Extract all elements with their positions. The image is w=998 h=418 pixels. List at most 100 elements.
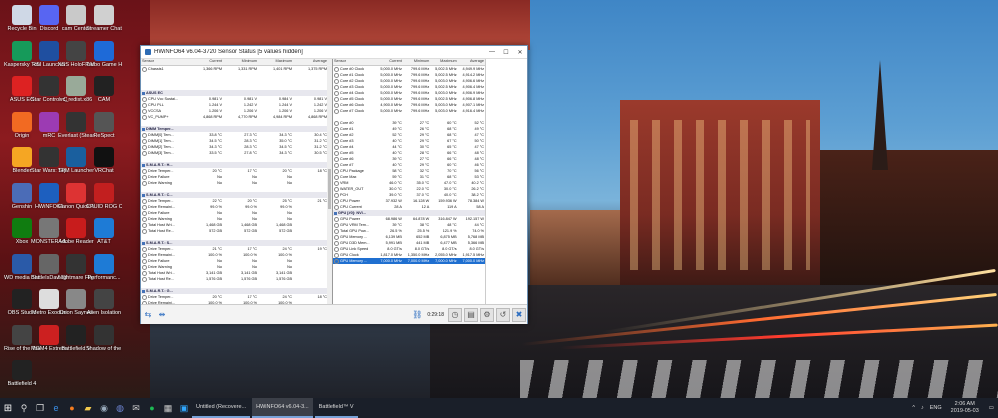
sensor-name-cell: GPU Memory ...: [333, 258, 375, 264]
column-header[interactable]: Sensor: [141, 59, 188, 65]
sensor-name: Total Host Wri...: [148, 271, 175, 275]
sensor-pane-left[interactable]: Sensor Current Minimum Maximum Average Chassi…: [141, 59, 330, 304]
value-maximum: 24 °C: [282, 295, 292, 299]
desktop-icon[interactable]: VRChat: [86, 147, 122, 174]
sensor-name-cell: CPU PLL: [141, 102, 188, 108]
reset-icon[interactable]: ↺: [496, 307, 510, 322]
close-button[interactable]: ✕: [513, 49, 527, 56]
tray-clock[interactable]: 2:06 AM 2019-05-03: [951, 401, 979, 415]
value-average: 58 A: [476, 205, 485, 209]
sensor-gauge-icon: [142, 150, 147, 156]
sensor-name: Core #0 Clock: [340, 67, 365, 71]
desktop-icon[interactable]: Battlefield 4: [4, 360, 40, 387]
sensor-gauge-icon: [334, 66, 339, 72]
language-indicator[interactable]: ENG: [930, 405, 942, 411]
taskbar-app-battlefield[interactable]: Battlefield™ V: [314, 398, 358, 418]
value-minimum: No: [252, 259, 257, 263]
desktop-icon-label: CPUID ROG CPU-Z: [86, 203, 122, 210]
sensor-name: S.M.A.R.T.: G...: [146, 289, 173, 293]
sensor-gauge-icon: [142, 216, 147, 222]
volume-icon[interactable]: ♪: [921, 405, 924, 411]
column-header[interactable]: Sensor: [333, 59, 375, 65]
app-icon: [12, 5, 32, 25]
column-header[interactable]: Minimum: [223, 59, 258, 65]
sensor-panes: Sensor Current Minimum Maximum Average Chassi…: [141, 59, 527, 304]
desktop-icon[interactable]: Streamer Chat: [86, 5, 122, 32]
taskbar-app-untitled[interactable]: Untitled (Recovere...: [192, 398, 251, 418]
mail-icon[interactable]: ✉: [128, 398, 144, 418]
store-icon[interactable]: ▦: [160, 398, 176, 418]
desktop-icon[interactable]: CPUID ROG CPU-Z: [86, 182, 122, 210]
desktop-icon[interactable]: AT&T: [86, 218, 122, 245]
sensor-name: Drive Failure: [148, 211, 170, 215]
taskbar: ⊞ ⚲ ❐ e ● ▰ ◉ ◍ ✉ ● ▦ ▣ Untitled (Recove…: [0, 398, 998, 418]
column-header[interactable]: Current: [375, 59, 402, 65]
sensor-group-icon: [142, 289, 145, 293]
desktop-icon[interactable]: Alien Isolation: [86, 289, 122, 316]
notifications-icon[interactable]: ▭: [989, 405, 994, 411]
app-icon: [39, 111, 59, 132]
sensor-pane-right[interactable]: Sensor Current Minimum Maximum Average Core #…: [332, 59, 486, 304]
spotify-icon[interactable]: ●: [144, 398, 160, 418]
tray-chevron-icon[interactable]: ^: [912, 405, 915, 411]
value-maximum: 66 °C: [447, 151, 457, 155]
sensor-name-cell: Drive Failure: [141, 174, 188, 180]
hwinfo-window[interactable]: HWiNFO64 v6.04-3720 Sensor Status [5 val…: [140, 45, 528, 324]
value-average: 4,949.9 MHz: [462, 67, 485, 71]
steam-icon[interactable]: ◉: [96, 398, 112, 418]
windows-logo-icon[interactable]: ⊞: [0, 398, 16, 418]
desktop-icon[interactable]: Shadow of the Tomb...: [86, 324, 122, 352]
wallpaper-spire: [872, 60, 888, 170]
search-icon[interactable]: ⚲: [16, 398, 32, 418]
close-sensor-icon[interactable]: ✖: [512, 307, 526, 322]
scrollbar-thumb[interactable]: [328, 169, 331, 209]
task-view-icon[interactable]: ❐: [32, 398, 48, 418]
sensor-name: Drive Warning: [148, 265, 172, 269]
minimize-button[interactable]: —: [485, 49, 499, 55]
tray-date: 2019-05-03: [950, 408, 979, 414]
value-current: No: [217, 181, 222, 185]
sensor-name-cell: Core #6 Clock: [333, 102, 375, 108]
column-header[interactable]: Maximum: [258, 59, 293, 65]
value-minimum: 29 °C: [419, 139, 430, 143]
column-header[interactable]: Minimum: [403, 59, 430, 65]
edge-icon[interactable]: e: [48, 398, 64, 418]
firefox-icon[interactable]: ●: [64, 398, 80, 418]
file-explorer-icon[interactable]: ▰: [80, 398, 96, 418]
sensor-gauge-icon: [142, 180, 147, 186]
column-header[interactable]: Maximum: [430, 59, 457, 65]
value-minimum: 799.6 MHz: [410, 73, 430, 77]
desktop-icon[interactable]: ReSpect: [86, 111, 122, 139]
sensor-name: PCH: [340, 193, 349, 197]
value-maximum: 60 °C: [447, 163, 457, 167]
app-icon: [12, 182, 32, 203]
desktop-icon[interactable]: Performanc...: [86, 253, 122, 281]
photoshop-icon[interactable]: ▣: [176, 398, 192, 418]
value-current: 1,366 RPM: [203, 67, 222, 71]
sensor-row[interactable]: GPU Memory ... 7,000.0 MHz 7,000.0 MHz 7,00…: [333, 258, 485, 264]
network-icon[interactable]: ⛓: [411, 309, 423, 321]
desktop-icon[interactable]: CAM: [86, 76, 122, 103]
value-maximum: 1,401 RPM: [273, 67, 292, 71]
arrows-left-right-icon[interactable]: ⇆: [142, 309, 154, 321]
value-maximum: 67 °C: [447, 139, 457, 143]
sensor-name: CPU PLL: [148, 103, 164, 107]
column-header[interactable]: Average: [293, 59, 328, 65]
taskbar-app-hwinfo[interactable]: HWiNFO64 v6.04-3...: [252, 398, 313, 418]
sensor-name-cell: Drive Temper...: [141, 168, 188, 174]
maximize-button[interactable]: ☐: [499, 49, 513, 56]
settings-icon[interactable]: ⚙: [480, 307, 494, 322]
discord-icon[interactable]: ◍: [112, 398, 128, 418]
value-maximum: 8.0 GT/s: [442, 247, 457, 251]
value-average: 21 °C: [317, 199, 327, 203]
desktop-icon[interactable]: Turbo Game Hub: [86, 40, 122, 68]
window-titlebar[interactable]: HWiNFO64 v6.04-3720 Sensor Status [5 val…: [141, 46, 527, 59]
column-header[interactable]: Average: [458, 59, 485, 65]
sensor-gauge-icon: [334, 192, 339, 198]
column-header[interactable]: Current: [188, 59, 223, 65]
report-icon[interactable]: ▤: [464, 307, 478, 322]
sensor-name-cell: GPU VRM Tem...: [333, 222, 375, 228]
clock-icon[interactable]: ◷: [448, 307, 462, 322]
arrows-expand-icon[interactable]: ⇹: [156, 309, 168, 321]
value-current: 100.0 %: [208, 253, 222, 257]
